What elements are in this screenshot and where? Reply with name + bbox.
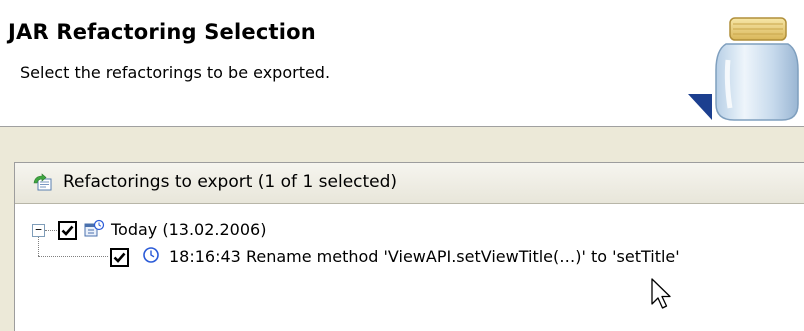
jar-icon — [688, 17, 799, 121]
mouse-cursor-icon — [651, 278, 671, 309]
clock-icon — [143, 247, 159, 263]
collapse-toggle[interactable]: − — [32, 224, 45, 237]
refactorings-panel: Refactorings to export (1 of 1 selected)… — [14, 162, 804, 331]
group-label: Today (13.02.2006) — [111, 220, 267, 239]
check-mark-icon — [61, 225, 74, 236]
tree-group-row[interactable]: − Today (13.02.2006) — [15, 217, 775, 243]
panel-header: Refactorings to export (1 of 1 selected) — [15, 163, 804, 204]
page-title: JAR Refactoring Selection — [8, 20, 316, 44]
group-checkbox[interactable] — [58, 221, 77, 240]
item-checkbox[interactable] — [110, 248, 129, 267]
export-refactorings-icon — [33, 173, 52, 191]
tree-connector — [45, 230, 57, 231]
wizard-header: JAR Refactoring Selection Select the ref… — [0, 0, 804, 127]
page-description: Select the refactorings to be exported. — [20, 63, 331, 82]
refactoring-label: 18:16:43 Rename method 'ViewAPI.setViewT… — [169, 247, 680, 266]
calendar-history-icon — [84, 219, 105, 237]
panel-title: Refactorings to export (1 of 1 selected) — [63, 172, 398, 192]
check-mark-icon — [113, 252, 126, 263]
tree-item-row[interactable]: 18:16:43 Rename method 'ViewAPI.setViewT… — [15, 244, 804, 270]
